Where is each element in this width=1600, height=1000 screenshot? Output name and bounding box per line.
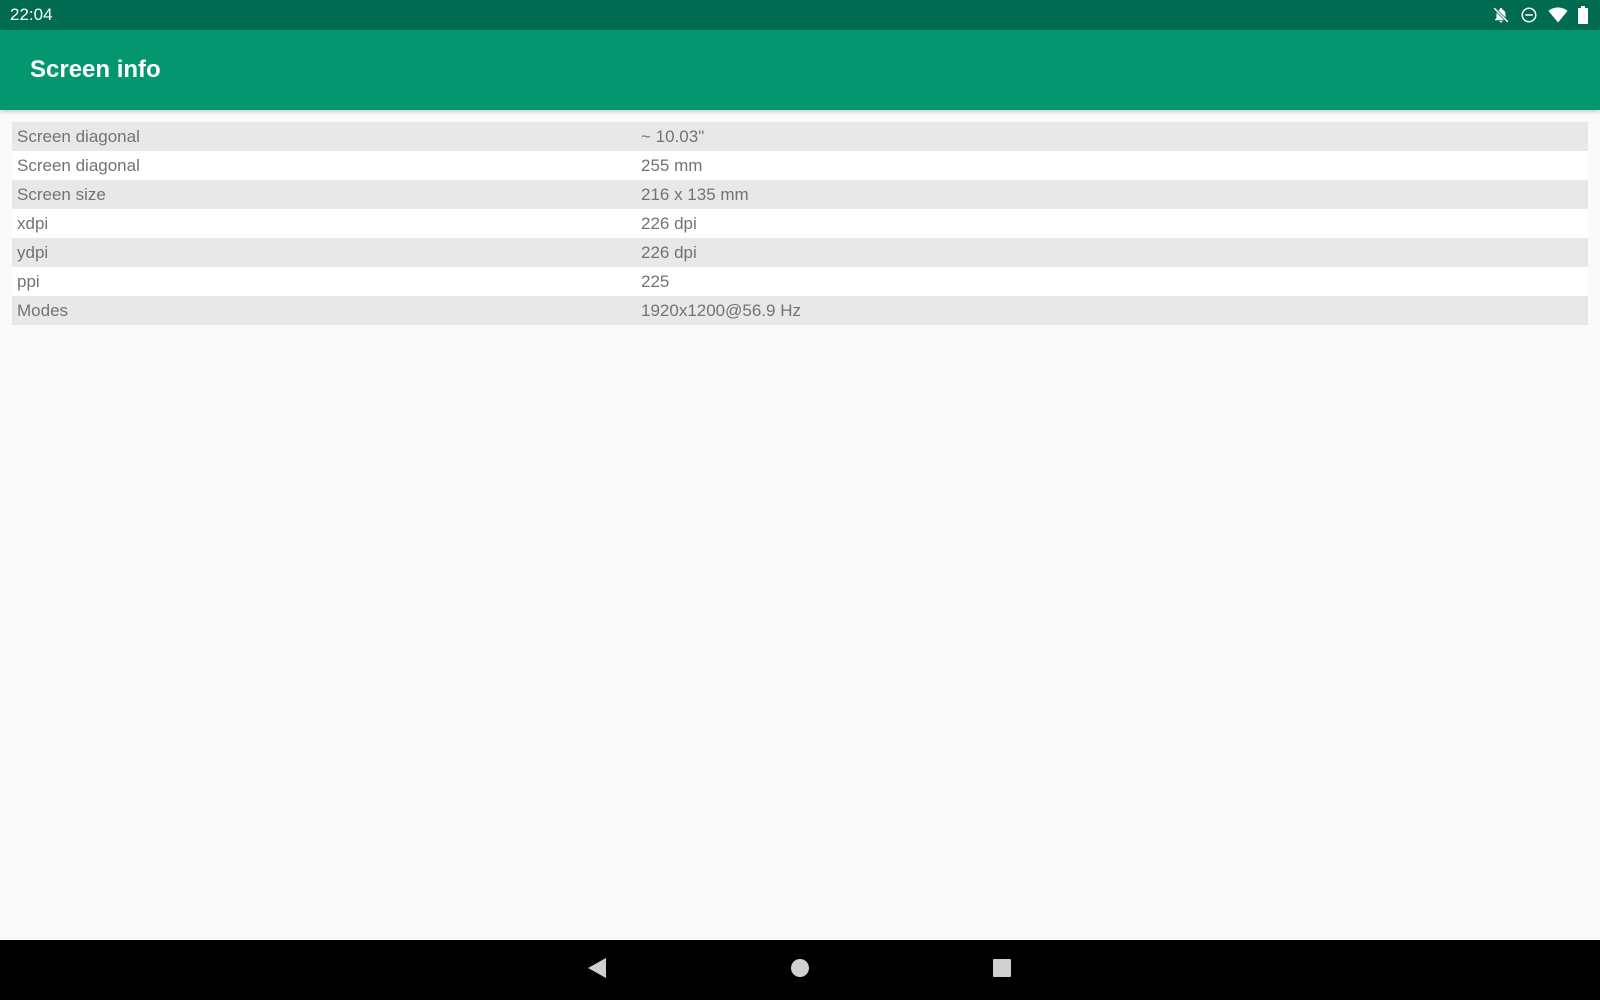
home-button[interactable] — [760, 940, 840, 1000]
do-not-disturb-icon — [1520, 6, 1538, 24]
status-time: 22:04 — [10, 5, 53, 24]
row-label: ydpi — [17, 242, 49, 262]
table-row: Screen diagonal 255 mm — [12, 151, 1588, 180]
row-label: ppi — [17, 271, 40, 291]
row-value: 255 mm — [641, 155, 703, 175]
recents-button[interactable] — [962, 940, 1042, 1000]
page-title: Screen info — [30, 56, 161, 83]
row-value: 1920x1200@56.9 Hz — [641, 300, 801, 320]
status-bar: 22:04 — [0, 0, 1600, 30]
wifi-icon — [1548, 6, 1568, 24]
row-label: Screen diagonal — [17, 126, 140, 146]
table-row: Screen diagonal ~ 10.03" — [12, 122, 1588, 151]
table-row: Screen size 216 x 135 mm — [12, 180, 1588, 209]
home-icon — [790, 958, 810, 983]
row-value: 225 — [641, 271, 670, 291]
row-value: 226 dpi — [641, 242, 697, 262]
table-row: xdpi 226 dpi — [12, 209, 1588, 238]
row-label: xdpi — [17, 213, 49, 233]
table-row: ydpi 226 dpi — [12, 238, 1588, 267]
notifications-off-icon — [1492, 6, 1510, 24]
navigation-bar — [0, 940, 1600, 1000]
row-value: 226 dpi — [641, 213, 697, 233]
status-icons — [1492, 6, 1588, 24]
back-button[interactable] — [557, 940, 637, 1000]
back-icon — [586, 957, 608, 984]
info-table: Screen diagonal ~ 10.03" Screen diagonal… — [12, 122, 1588, 325]
row-value: ~ 10.03" — [641, 126, 705, 146]
app-bar: Screen info — [0, 30, 1600, 110]
row-label: Screen size — [17, 184, 106, 204]
battery-icon — [1578, 6, 1588, 24]
table-row: ppi 225 — [12, 267, 1588, 296]
row-label: Screen diagonal — [17, 155, 140, 175]
row-value: 216 x 135 mm — [641, 184, 749, 204]
table-row: Modes 1920x1200@56.9 Hz — [12, 296, 1588, 325]
row-label: Modes — [17, 300, 69, 320]
content-area: Screen diagonal ~ 10.03" Screen diagonal… — [0, 110, 1600, 940]
recents-icon — [992, 958, 1012, 983]
